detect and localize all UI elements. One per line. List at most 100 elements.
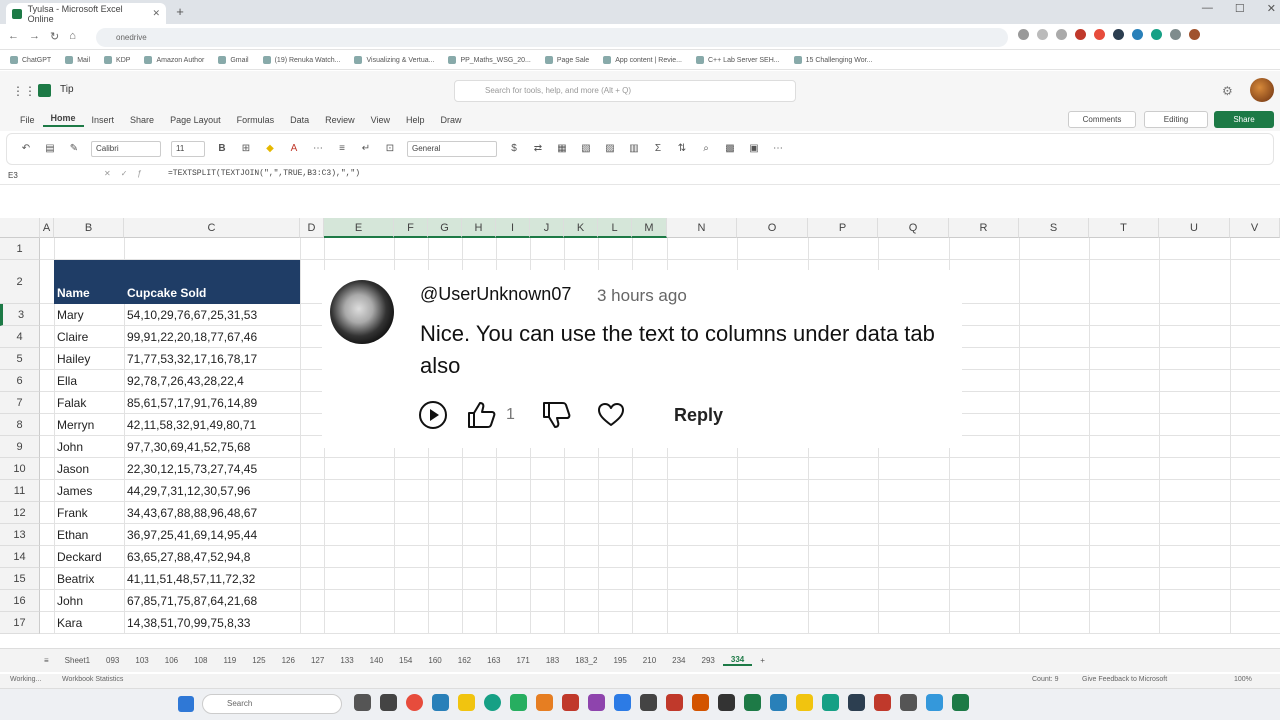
sheet-tab[interactable]: 127 — [303, 656, 332, 665]
font-color-icon[interactable]: A — [287, 142, 301, 156]
table-cell-sold[interactable]: 41,11,51,48,57,11,72,32 — [124, 568, 300, 590]
taskbar-search-input[interactable]: Search — [202, 694, 342, 714]
menu-tab-review[interactable]: Review — [317, 115, 363, 125]
sheet-tab[interactable]: 154 — [391, 656, 420, 665]
vscode-icon[interactable] — [614, 694, 631, 711]
extension-icon[interactable] — [1113, 29, 1124, 40]
row-header[interactable]: 13 — [0, 524, 40, 546]
sheet-tab[interactable]: 119 — [215, 656, 244, 665]
table-cell-sold[interactable]: 34,43,67,88,88,96,48,67 — [124, 502, 300, 524]
table-cell-sold[interactable]: 92,78,7,26,43,28,22,4 — [124, 370, 300, 392]
row-header[interactable]: 7 — [0, 392, 40, 414]
share-page-icon[interactable] — [1037, 29, 1048, 40]
close-tab-icon[interactable]: ✕ — [152, 8, 160, 19]
insert-cells-icon[interactable]: ▥ — [627, 142, 641, 156]
sheet-tab[interactable]: 108 — [186, 656, 215, 665]
new-tab-button[interactable]: + — [172, 4, 188, 20]
bookmark-item[interactable]: App content | Revie... — [603, 56, 682, 64]
sheet-tab[interactable]: 171 — [508, 656, 537, 665]
app-icon[interactable] — [718, 694, 735, 711]
column-header[interactable]: A — [40, 218, 54, 238]
back-icon[interactable]: ← — [8, 30, 19, 43]
bold-icon[interactable]: B — [215, 142, 229, 156]
edge-icon[interactable] — [484, 694, 501, 711]
excel-taskbar-icon[interactable] — [952, 694, 969, 711]
select-all-corner[interactable] — [0, 218, 40, 238]
sheet-tab[interactable]: 183_2 — [567, 656, 605, 665]
bookmark-item[interactable]: PP_Maths_WSG_20... — [448, 56, 530, 64]
add-sheet-button[interactable]: + — [752, 656, 773, 665]
table-cell-name[interactable]: John — [54, 436, 124, 458]
app-icon[interactable] — [926, 694, 943, 711]
app-icon[interactable] — [692, 694, 709, 711]
app-icon[interactable] — [380, 694, 397, 711]
app-icon[interactable] — [848, 694, 865, 711]
table-cell-sold[interactable]: 42,11,58,32,91,49,80,71 — [124, 414, 300, 436]
font-name-select[interactable]: Calibri — [91, 141, 161, 157]
column-header[interactable]: Q — [878, 218, 949, 238]
sheet-tab[interactable]: 125 — [244, 656, 273, 665]
app-icon[interactable] — [770, 694, 787, 711]
profile-icon[interactable] — [1189, 29, 1200, 40]
table-cell-name[interactable]: Frank — [54, 502, 124, 524]
extension-icon[interactable] — [1170, 29, 1181, 40]
table-cell-name[interactable]: John — [54, 590, 124, 612]
sheet-tab[interactable]: 133 — [332, 656, 361, 665]
bookmark-item[interactable]: (19) Renuka Watch... — [263, 56, 341, 64]
workbook-statistics[interactable]: Workbook Statistics — [62, 676, 123, 683]
row-header[interactable]: 5 — [0, 348, 40, 370]
comments-button[interactable]: Comments — [1068, 111, 1136, 128]
sheet-tab[interactable]: 160 — [420, 656, 449, 665]
column-header[interactable]: C — [124, 218, 300, 238]
menu-tab-view[interactable]: View — [363, 115, 398, 125]
extension-icon[interactable] — [1151, 29, 1162, 40]
undo-icon[interactable]: ↶ — [19, 142, 33, 156]
table-cell-name[interactable]: Deckard — [54, 546, 124, 568]
bookmark-item[interactable]: C++ Lab Server SEH... — [696, 56, 780, 64]
table-cell-sold[interactable]: 63,65,27,88,47,52,94,8 — [124, 546, 300, 568]
table-cell-sold[interactable]: 22,30,12,15,73,27,74,45 — [124, 458, 300, 480]
merge-icon[interactable]: ⊡ — [383, 142, 397, 156]
minimize-icon[interactable]: — — [1202, 2, 1213, 15]
user-avatar[interactable] — [1250, 78, 1274, 102]
extension-icon[interactable] — [1075, 29, 1086, 40]
bookmark-item[interactable]: Amazon Author — [144, 56, 204, 64]
column-header[interactable]: R — [949, 218, 1019, 238]
table-cell-sold[interactable]: 71,77,53,32,17,16,78,17 — [124, 348, 300, 370]
table-cell-sold[interactable]: 85,61,57,17,91,76,14,89 — [124, 392, 300, 414]
row-header[interactable]: 14 — [0, 546, 40, 568]
row-header[interactable]: 12 — [0, 502, 40, 524]
app-icon[interactable] — [432, 694, 449, 711]
editing-mode-button[interactable]: Editing — [1144, 111, 1208, 128]
analyze-icon[interactable]: ▣ — [747, 142, 761, 156]
column-header[interactable]: O — [737, 218, 808, 238]
row-header[interactable]: 1 — [0, 238, 40, 260]
extension-icon[interactable] — [1132, 29, 1143, 40]
align-icon[interactable]: ≡ — [335, 142, 349, 156]
sheet-tab[interactable]: 334 — [722, 655, 753, 666]
heart-icon[interactable] — [597, 402, 625, 428]
table-cell-name[interactable]: Falak — [54, 392, 124, 414]
column-header[interactable]: E — [324, 218, 394, 238]
row-header[interactable]: 6 — [0, 370, 40, 392]
row-header[interactable]: 16 — [0, 590, 40, 612]
format-painter-icon[interactable]: ✎ — [67, 142, 81, 156]
bookmark-item[interactable]: Gmail — [218, 56, 248, 64]
menu-tab-share[interactable]: Share — [122, 115, 162, 125]
table-cell-name[interactable]: Hailey — [54, 348, 124, 370]
table-cell-name[interactable]: Jason — [54, 458, 124, 480]
menu-tab-page-layout[interactable]: Page Layout — [162, 115, 229, 125]
menu-tab-data[interactable]: Data — [282, 115, 317, 125]
play-icon[interactable] — [418, 400, 448, 430]
app-icon[interactable] — [744, 694, 761, 711]
column-header[interactable]: J — [530, 218, 564, 238]
more-options-icon[interactable]: ⋯ — [771, 142, 785, 156]
forward-icon[interactable]: → — [29, 30, 40, 43]
table-cell-name[interactable]: James — [54, 480, 124, 502]
borders-icon[interactable]: ⊞ — [239, 142, 253, 156]
document-name[interactable]: Tip — [60, 84, 74, 95]
row-header[interactable]: 15 — [0, 568, 40, 590]
reload-icon[interactable]: ↻ — [50, 30, 59, 43]
sheet-tab[interactable]: 210 — [635, 656, 664, 665]
close-window-icon[interactable]: ✕ — [1267, 2, 1276, 15]
